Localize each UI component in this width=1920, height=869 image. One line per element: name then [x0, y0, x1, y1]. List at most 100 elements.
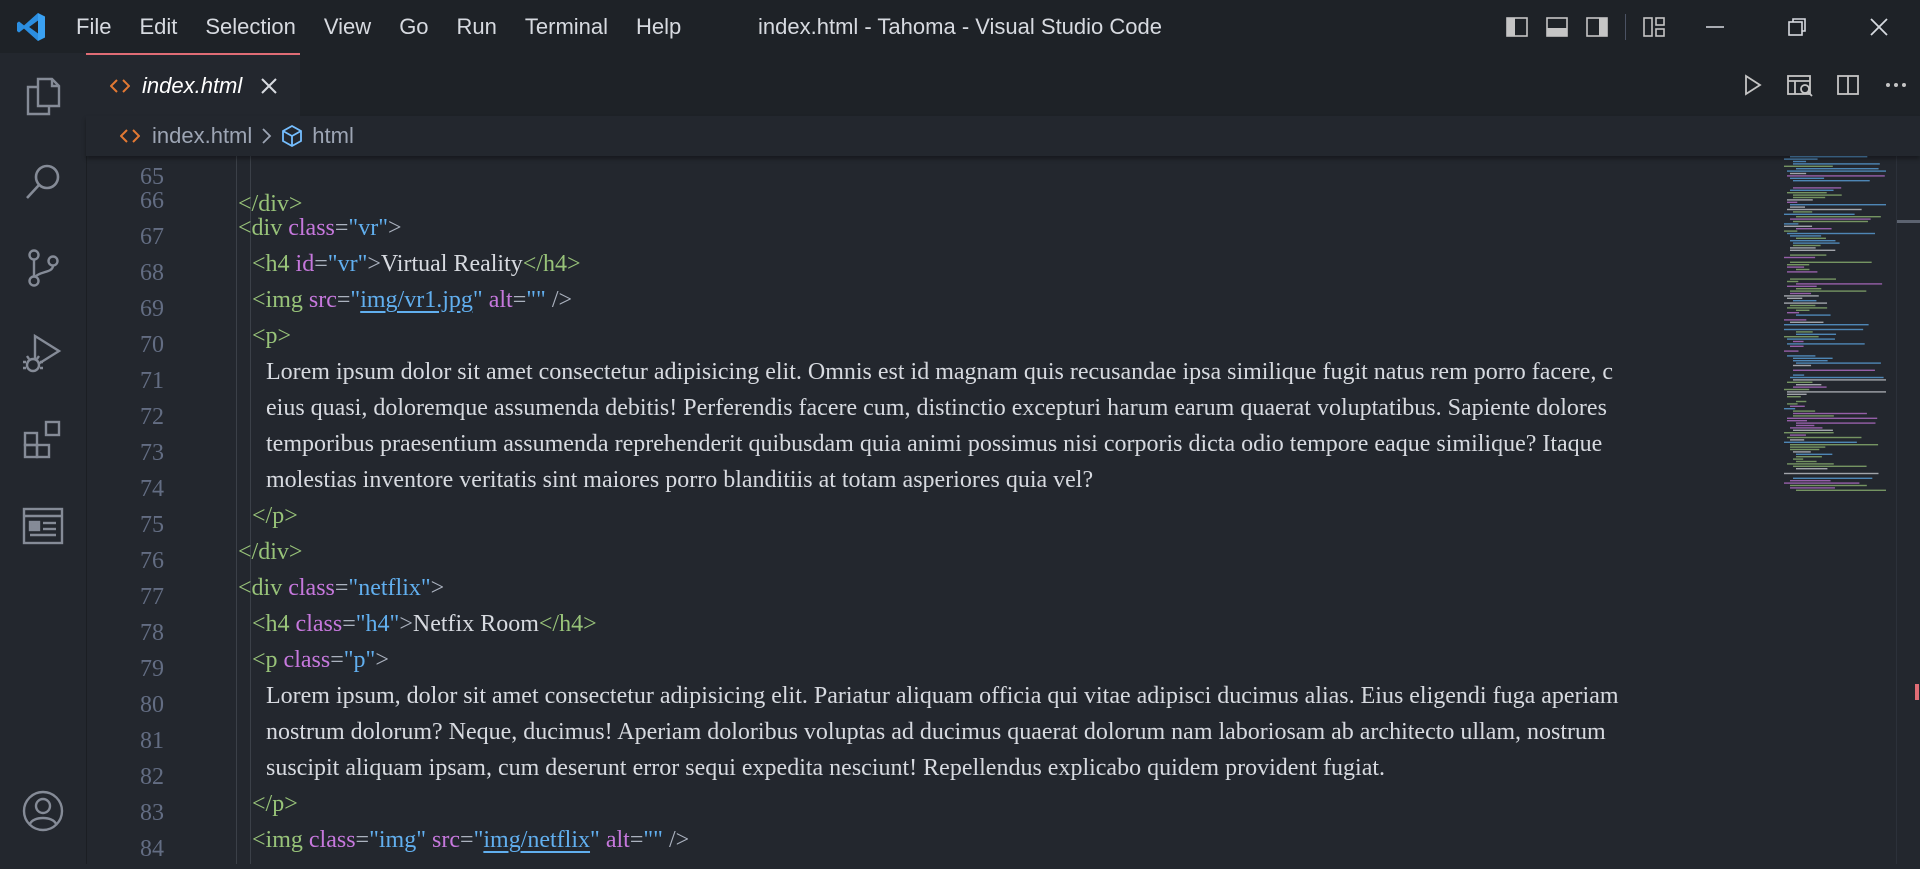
source-control-icon[interactable] — [0, 228, 86, 308]
minimap-line — [1796, 460, 1817, 463]
minimap-line — [1796, 237, 1826, 239]
activity-bar — [0, 53, 87, 864]
minimap-line — [1787, 232, 1876, 235]
close-tab-icon[interactable] — [258, 75, 280, 97]
minimap-line — [1787, 280, 1799, 283]
minimap-line — [1793, 451, 1811, 453]
minimap-line — [1790, 156, 1868, 158]
minimap-line — [1787, 297, 1803, 299]
minimap-line — [1787, 264, 1810, 266]
menu-edit[interactable]: Edit — [125, 0, 191, 53]
minimap-line — [1796, 314, 1831, 316]
minimap-line — [1784, 324, 1869, 326]
vertical-scrollbar[interactable] — [1896, 156, 1920, 864]
minimap-line — [1787, 403, 1798, 405]
code-line: 79 Lorem ipsum, dolor sit amet consectet… — [86, 624, 1776, 709]
minimap-line — [1796, 168, 1879, 170]
title-bar: File Edit Selection View Go Run Terminal… — [0, 0, 1920, 53]
extensions-icon[interactable] — [0, 400, 86, 480]
toggle-panel-icon[interactable] — [1537, 0, 1577, 53]
minimap-line — [1790, 321, 1824, 323]
restore-icon[interactable] — [1756, 0, 1838, 53]
menu-view[interactable]: View — [310, 0, 385, 53]
minimap-line — [1790, 405, 1805, 407]
code-line: 68 <img src="img/vr1.jpg" alt="" /> — [86, 228, 1776, 313]
minimap-line — [1793, 360, 1828, 362]
vscode-logo-icon[interactable] — [0, 0, 62, 53]
minimap-line — [1790, 247, 1816, 249]
minimap-line — [1796, 283, 1883, 285]
html-file-icon — [120, 128, 140, 144]
minimap-line — [1787, 312, 1800, 314]
browser-preview-icon[interactable] — [0, 486, 86, 566]
minimap-line — [1784, 223, 1799, 225]
minimap-line — [1787, 170, 1886, 172]
menu-help[interactable]: Help — [622, 0, 695, 53]
breadcrumb: index.html html — [86, 116, 1920, 156]
breadcrumb-file[interactable]: index.html — [152, 123, 252, 149]
search-icon[interactable] — [0, 142, 86, 222]
minimap-line — [1793, 196, 1826, 199]
toggle-secondary-sidebar-icon[interactable] — [1577, 0, 1617, 53]
minimap-line — [1793, 369, 1875, 371]
minimap-line — [1784, 328, 1864, 331]
minimap-line — [1793, 187, 1842, 189]
customize-layout-icon[interactable] — [1634, 0, 1674, 53]
minimap-line — [1793, 429, 1833, 431]
minimap-line — [1787, 391, 1886, 393]
code-line: 71 eius quasi, doloremque assumenda debi… — [86, 336, 1776, 421]
minimap-line — [1793, 211, 1813, 213]
minimap-line — [1790, 240, 1836, 242]
menu-run[interactable]: Run — [443, 0, 511, 53]
minimap-line — [1787, 175, 1885, 177]
menu-file[interactable]: File — [62, 0, 125, 53]
minimap-line — [1790, 218, 1871, 220]
open-preview-icon[interactable] — [1776, 53, 1824, 116]
code-line: 84 </div> — [86, 804, 1776, 864]
toggle-primary-sidebar-icon[interactable] — [1497, 0, 1537, 53]
title-controls — [1497, 0, 1920, 53]
minimap-line — [1790, 292, 1812, 295]
tab-index-html[interactable]: index.html — [86, 53, 300, 116]
minimap-line — [1784, 388, 1810, 391]
run-debug-icon[interactable] — [0, 314, 86, 394]
code-editor[interactable]: 65 </div> 66 <div class="vr"> 67 <h4 id=… — [86, 156, 1776, 864]
minimap-line — [1784, 158, 1818, 160]
minimap-line — [1787, 420, 1807, 422]
minimap-line — [1790, 290, 1867, 292]
breadcrumb-symbol[interactable]: html — [312, 123, 354, 149]
minimap-line — [1793, 477, 1873, 479]
minimap[interactable] — [1776, 156, 1896, 864]
menu-go[interactable]: Go — [385, 0, 442, 53]
menu-terminal[interactable]: Terminal — [511, 0, 622, 53]
minimap-line — [1784, 482, 1860, 484]
minimap-line — [1793, 379, 1886, 381]
minimap-line — [1796, 333, 1837, 335]
minimap-line — [1787, 343, 1865, 345]
scroll-cursor-marker — [1897, 220, 1920, 223]
minimap-line — [1787, 338, 1835, 340]
run-file-icon[interactable] — [1728, 53, 1776, 116]
minimap-line — [1784, 319, 1807, 321]
minimap-line — [1793, 244, 1821, 247]
minimize-icon[interactable] — [1674, 0, 1756, 53]
minimap-line — [1793, 220, 1868, 223]
split-editor-icon[interactable] — [1824, 53, 1872, 116]
account-icon[interactable] — [0, 771, 86, 851]
minimap-line — [1787, 192, 1827, 194]
explorer-icon[interactable] — [0, 56, 86, 136]
close-window-icon[interactable] — [1838, 0, 1920, 53]
minimap-line — [1793, 364, 1812, 367]
minimap-line — [1793, 160, 1807, 163]
code-line: 70 Lorem ipsum dolor sit amet consectetu… — [86, 300, 1776, 385]
menu-selection[interactable]: Selection — [191, 0, 310, 53]
more-actions-icon[interactable] — [1872, 53, 1920, 116]
minimap-line — [1787, 271, 1818, 273]
minimap-line — [1787, 381, 1813, 383]
minimap-line — [1784, 472, 1879, 475]
minimap-line — [1790, 444, 1879, 446]
symbol-element-icon — [280, 124, 304, 148]
minimap-line — [1784, 336, 1819, 338]
html-file-icon — [110, 78, 132, 94]
code-line: 78 <p class="p"> — [86, 588, 1776, 673]
